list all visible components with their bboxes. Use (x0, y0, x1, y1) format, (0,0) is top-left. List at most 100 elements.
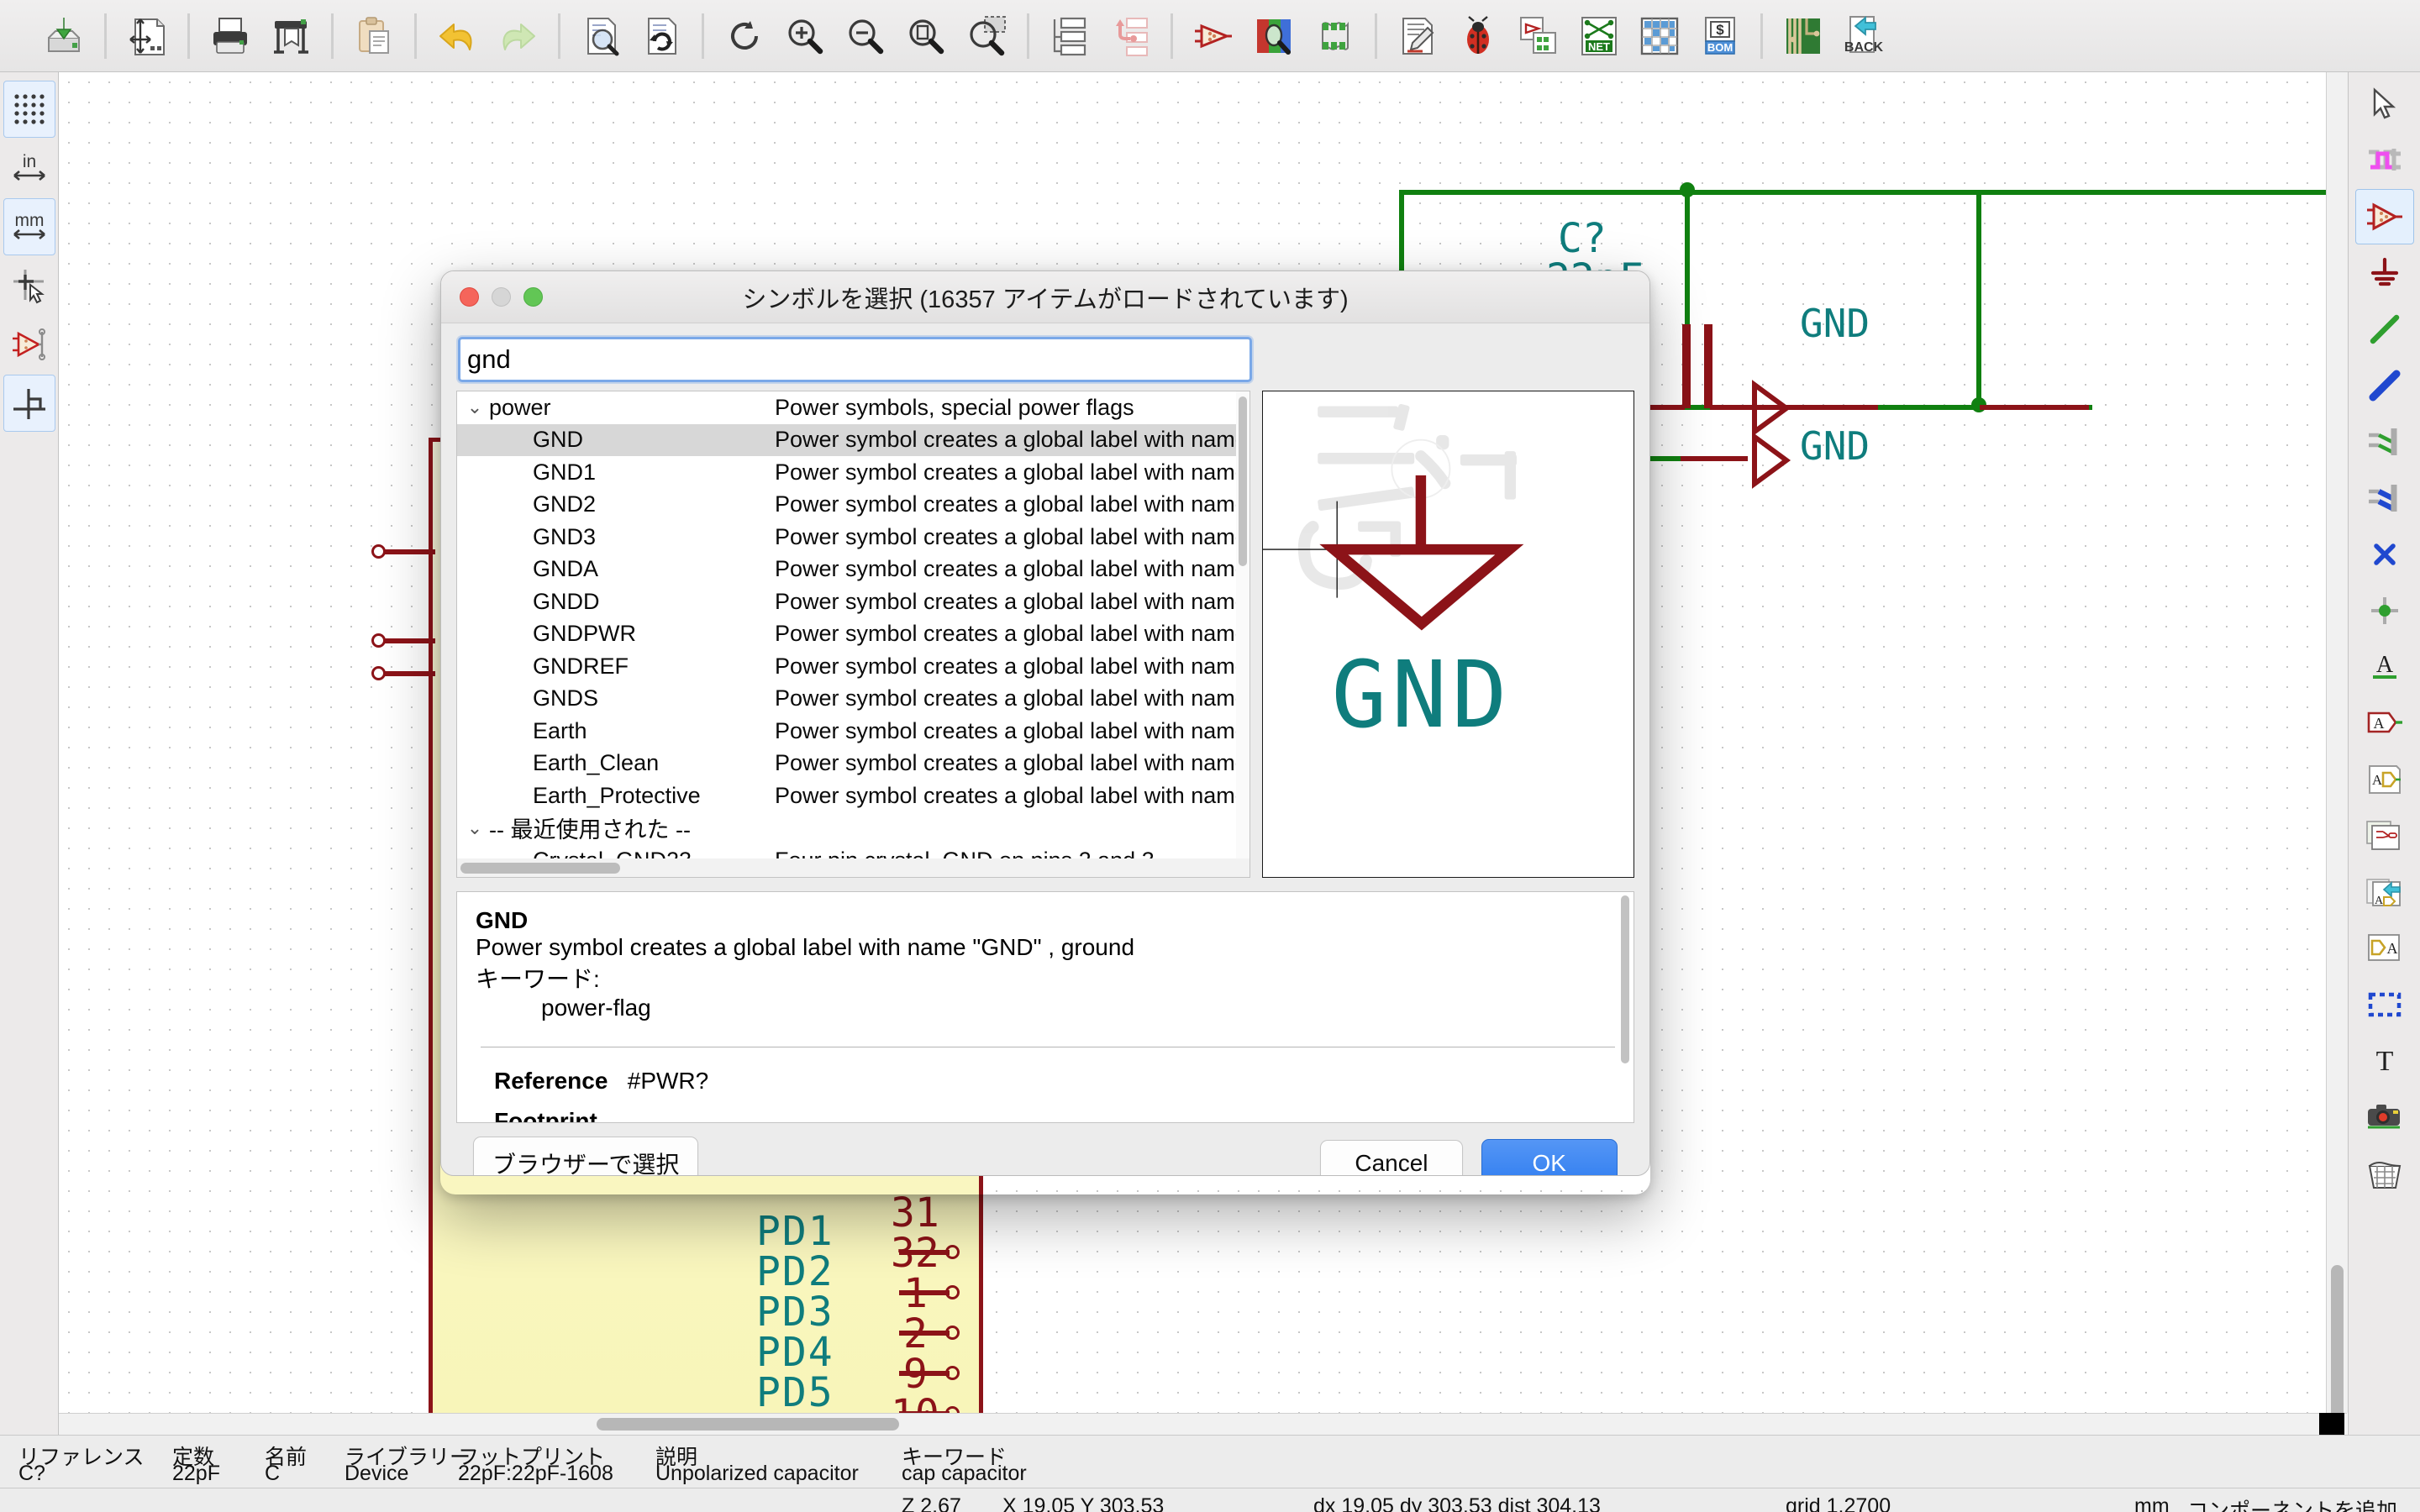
capacitor-plate[interactable] (1704, 324, 1712, 408)
wire-segment[interactable] (1976, 190, 1981, 408)
leave-sheet-button[interactable] (1100, 6, 1160, 66)
wire-junction[interactable] (1680, 182, 1695, 197)
toggle-hidden-pins-button[interactable] (3, 316, 55, 373)
refresh-button[interactable] (714, 6, 775, 66)
erc-button[interactable] (1448, 6, 1508, 66)
tree-row-description: Power symbol creates a global label with… (775, 717, 1248, 743)
tree-item-row[interactable]: GNDPWR Power symbol creates a global labe… (457, 618, 1249, 651)
place-global-label-button[interactable]: A (2355, 696, 2414, 751)
place-bus-tool-button[interactable] (2355, 358, 2414, 413)
chevron-down-icon[interactable]: ⌄ (460, 396, 489, 418)
zoom-in-button[interactable] (775, 6, 835, 66)
zoom-area-button[interactable] (956, 6, 1017, 66)
place-bus-to-bus-entry-button[interactable] (2355, 470, 2414, 526)
tree-item-row[interactable]: Earth_Clean Power symbol creates a global… (457, 748, 1249, 780)
import-sheet-pin-button[interactable]: A (2355, 864, 2414, 920)
tree-item-row[interactable]: Earth Power symbol creates a global label… (457, 715, 1249, 748)
run-pcbnew-button[interactable] (1773, 6, 1833, 66)
units-inches-button[interactable]: in (3, 139, 55, 197)
place-label-button[interactable]: A (2355, 639, 2414, 695)
symbol-description-panel[interactable]: GND Power symbol creates a global label … (456, 890, 1634, 1123)
place-sheet-pin-button[interactable]: A (2355, 921, 2414, 976)
toggle-bus-entry-angle-button[interactable] (3, 375, 55, 432)
canvas-horizontal-scrollbar[interactable] (59, 1413, 2347, 1435)
redo-button[interactable] (487, 6, 548, 66)
symbol-editor-button[interactable] (1183, 6, 1244, 66)
highlight-net-tool-button[interactable] (2355, 133, 2414, 188)
tree-item-row[interactable]: GNDREF Power symbol creates a global labe… (457, 650, 1249, 683)
scrollbar-thumb[interactable] (1621, 895, 1629, 1063)
tree-item-row[interactable]: GND Power symbol creates a global label w… (457, 423, 1249, 456)
symbol-preview-panel[interactable]: GND (1262, 391, 1634, 878)
edit-fields-button[interactable] (1629, 6, 1690, 66)
gnd-global-label[interactable]: GND (1800, 423, 1870, 469)
place-graphic-rectangle-button[interactable] (2355, 977, 2414, 1032)
tree-item-row[interactable]: GNDS Power symbol creates a global label … (457, 683, 1249, 716)
description-vertical-scrollbar[interactable] (1618, 895, 1632, 1119)
dialog-titlebar[interactable]: シンボルを選択 (16357 アイテムがロードされています) (441, 271, 1649, 323)
junction-dot-icon (2370, 597, 2398, 624)
tree-item-row[interactable]: GNDA Power symbol creates a global label … (457, 554, 1249, 586)
symbol-browser-button[interactable] (1244, 6, 1304, 66)
find-button[interactable] (571, 6, 631, 66)
tree-group-row[interactable]: ⌄ power Power symbols, special power flags (457, 391, 1249, 424)
find-replace-button[interactable] (631, 6, 692, 66)
scrollbar-thumb[interactable] (460, 862, 620, 874)
capacitor-plate[interactable] (1682, 324, 1691, 408)
annotate-button[interactable] (1387, 6, 1448, 66)
place-symbol-tool-button[interactable] (2354, 189, 2414, 244)
tree-item-row[interactable]: GND3 Power symbol creates a global label … (457, 521, 1249, 554)
tree-vertical-scrollbar[interactable] (1236, 391, 1249, 877)
toggle-cursor-button[interactable] (3, 257, 55, 314)
tree-item-row[interactable]: GNDD Power symbol creates a global label … (457, 585, 1249, 618)
place-text-button[interactable]: T (2355, 1033, 2414, 1089)
symbol-search-input[interactable] (458, 337, 1252, 382)
place-wire-tool-button[interactable] (2355, 302, 2414, 357)
wire-segment[interactable] (1399, 190, 2332, 195)
print-button[interactable] (200, 6, 260, 66)
place-wire-to-bus-entry-button[interactable] (2355, 414, 2414, 470)
place-no-connect-button[interactable] (2355, 527, 2414, 582)
place-hierarchical-label-button[interactable]: A (2355, 752, 2414, 807)
scrollbar-thumb[interactable] (1239, 396, 1247, 566)
tree-item-row[interactable]: Earth_Protective Power symbol creates a g… (457, 780, 1249, 812)
toggle-grid-button[interactable] (3, 81, 55, 138)
symbol-tree-list[interactable]: ⌄ power Power symbols, special power flags… (456, 391, 1250, 878)
canvas-vertical-scrollbar[interactable] (2326, 72, 2348, 1425)
svg-text:NET: NET (1588, 40, 1610, 53)
select-tool-button[interactable] (2355, 76, 2414, 132)
scrollbar-thumb[interactable] (2331, 1265, 2344, 1425)
tree-item-row[interactable]: GND2 Power symbol creates a global label … (457, 489, 1249, 522)
svg-text:A: A (2386, 940, 2397, 957)
zoom-out-button[interactable] (835, 6, 896, 66)
save-schematic-button[interactable] (34, 6, 94, 66)
generate-netlist-button[interactable]: NET (1569, 6, 1629, 66)
hierarchy-navigator-button[interactable] (1039, 6, 1100, 66)
place-hierarchical-sheet-button[interactable] (2355, 808, 2414, 864)
tree-horizontal-scrollbar[interactable] (457, 858, 1249, 877)
units-millimeters-button[interactable]: mm (3, 198, 55, 255)
gnd-global-label[interactable]: GND (1800, 301, 1870, 346)
cancel-button[interactable]: Cancel (1320, 1139, 1463, 1175)
back-annotate-button[interactable]: BACK (1833, 6, 1894, 66)
page-settings-button[interactable] (117, 6, 177, 66)
assign-footprints-button[interactable] (1508, 6, 1569, 66)
select-with-browser-button[interactable]: ブラウザーで選択 (473, 1136, 699, 1175)
footprint-editor-button[interactable] (1304, 6, 1365, 66)
plot-button[interactable] (260, 6, 321, 66)
generate-bom-button[interactable]: $ BOM (1690, 6, 1750, 66)
delete-tool-button[interactable] (2355, 1146, 2414, 1201)
svg-text:T: T (2375, 1046, 2393, 1077)
paste-button[interactable] (344, 6, 404, 66)
place-image-button[interactable] (2355, 1089, 2414, 1145)
place-power-port-tool-button[interactable] (2355, 245, 2414, 301)
place-junction-button[interactable] (2355, 583, 2414, 638)
chevron-down-icon[interactable]: ⌄ (460, 817, 489, 839)
tree-item-row[interactable]: GND1 Power symbol creates a global label … (457, 456, 1249, 489)
undo-button[interactable] (427, 6, 487, 66)
tree-group-row[interactable]: ⌄ -- 最近使用された -- (457, 812, 1249, 845)
scrollbar-thumb[interactable] (597, 1418, 899, 1431)
zoom-fit-button[interactable] (896, 6, 956, 66)
ok-button[interactable]: OK (1481, 1138, 1618, 1175)
pin-endpoint (371, 544, 386, 559)
